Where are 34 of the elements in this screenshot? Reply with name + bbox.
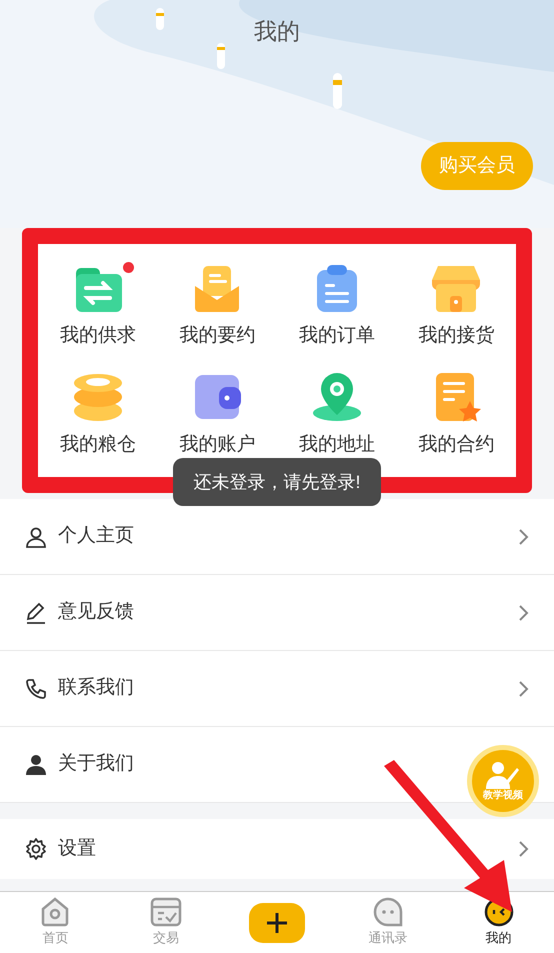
chevron-right-icon: [518, 528, 530, 546]
person-icon: [24, 752, 48, 776]
shortcut-label: 我的订单: [298, 324, 375, 348]
chat-bubble-icon: [372, 897, 404, 928]
menu-row[interactable]: 个人主页: [0, 499, 554, 575]
shortcut-label: 我的账户: [179, 432, 256, 456]
person-icon: [24, 524, 48, 548]
settings-icon: [24, 837, 48, 861]
chevron-right-icon: [518, 840, 530, 858]
add-button[interactable]: [248, 902, 305, 942]
shortcut-label: 我的要约: [179, 324, 256, 348]
menu-row[interactable]: 设置: [0, 819, 554, 879]
shortcut-label: 我的地址: [298, 432, 375, 456]
phone-icon: [24, 676, 48, 700]
menu-label: 关于我们: [58, 752, 134, 776]
shortcut-label: 我的粮仓: [60, 432, 136, 456]
menu-row[interactable]: 意见反馈: [0, 575, 554, 651]
pencil-icon: [24, 600, 48, 624]
menu-label: 意见反馈: [58, 600, 134, 624]
menu-label: 联系我们: [58, 676, 134, 700]
shortcut-label: 我的接货: [418, 324, 494, 348]
teacher-icon: [486, 761, 520, 789]
home-icon: [39, 897, 72, 928]
chevron-right-icon: [518, 604, 530, 622]
page-title: 我的: [254, 17, 300, 46]
chevron-right-icon: [518, 680, 530, 698]
menu-label: 个人主页: [58, 524, 134, 548]
menu-row[interactable]: 联系我们: [0, 651, 554, 727]
shortcut-label: 我的合约: [418, 432, 494, 456]
box-check-icon: [150, 897, 182, 928]
toast-message: 还未登录，请先登录!: [193, 470, 360, 494]
menu-label: 设置: [58, 836, 97, 861]
plus-icon: [264, 910, 289, 934]
shortcut-label: 我的供求: [60, 324, 136, 348]
